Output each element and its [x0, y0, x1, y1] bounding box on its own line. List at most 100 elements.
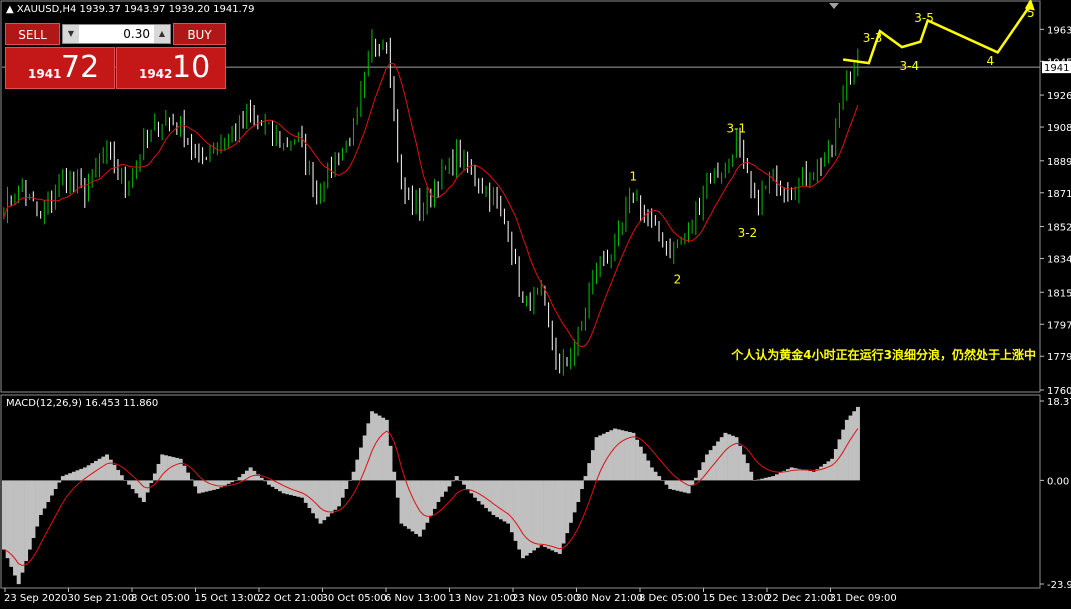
sell-button[interactable]: SELL [5, 23, 60, 45]
macd-bar [502, 480, 507, 522]
macd-bar [752, 480, 757, 481]
macd-bar [741, 454, 746, 481]
macd-bar [568, 480, 573, 523]
macd-bar [348, 480, 352, 481]
macd-bar [329, 480, 334, 514]
macd-bar [671, 480, 676, 490]
macd-bar [642, 453, 647, 481]
x-tick-label: 30 Nov 21:00 [576, 593, 643, 604]
macd-bar [248, 467, 253, 481]
x-tick-label: 31 Dec 09:00 [830, 593, 897, 604]
macd-bar [20, 480, 25, 573]
macd-bar [86, 465, 91, 481]
macd-bar [480, 480, 485, 505]
macd-bar [454, 476, 459, 481]
macd-bar [561, 480, 566, 544]
macd-bar [226, 480, 231, 484]
macd-bar [64, 474, 69, 481]
macd-bar [616, 429, 621, 481]
bid-price-button[interactable]: 1941 72 [5, 47, 115, 89]
macd-bar [495, 480, 500, 518]
macd-bar [668, 480, 673, 490]
lot-value[interactable]: 0.30 [81, 25, 152, 43]
macd-bar [855, 406, 860, 481]
wave-label-5: 5 [1027, 6, 1035, 20]
macd-bar [565, 480, 570, 534]
y-tick-label: 1797 [1047, 320, 1071, 331]
macd-bar [68, 473, 73, 481]
macd-bar [200, 480, 205, 493]
macd-bar [458, 480, 463, 481]
macd-bar [355, 459, 360, 481]
macd-bar [193, 480, 198, 487]
buy-button[interactable]: BUY [173, 23, 226, 45]
macd-bar [771, 476, 776, 481]
macd-bar [517, 480, 522, 550]
macd-y-tick-label: 18.37 [1047, 397, 1071, 408]
y-tick-label: 1871 [1047, 189, 1071, 200]
collapse-arrow-icon[interactable]: ▲ [6, 4, 14, 15]
y-tick-label: 1908 [1047, 123, 1071, 134]
macd-bar [208, 480, 213, 491]
macd-bar [708, 450, 713, 481]
macd-bar [774, 474, 779, 481]
macd-bar [462, 480, 467, 485]
macd-bar [524, 480, 529, 556]
macd-bar [186, 472, 191, 481]
symbol-info-label: ▲ XAUUSD,H4 1939.37 1943.97 1939.20 1941… [6, 4, 255, 15]
macd-bar [215, 480, 220, 490]
lot-size-input[interactable]: ▼ 0.30 ▲ [62, 24, 171, 44]
macd-bar [237, 477, 242, 481]
macd-bar [79, 468, 84, 481]
macd-bar [833, 449, 838, 481]
lot-increase-icon[interactable]: ▲ [154, 25, 170, 43]
macd-bar [403, 480, 408, 527]
macd-bar [491, 480, 496, 515]
wave-label-3-5: 3-5 [914, 11, 934, 25]
macd-bar [311, 480, 316, 514]
x-tick-label: 15 Oct 13:00 [195, 593, 260, 604]
macd-bar [116, 470, 121, 481]
ask-price-big: 10 [172, 50, 211, 85]
macd-bar [278, 480, 283, 492]
macd-bar [366, 423, 371, 481]
lot-decrease-icon[interactable]: ▼ [63, 25, 79, 43]
y-tick-label: 1926 [1047, 91, 1071, 102]
x-tick-label: 22 Oct 21:00 [258, 593, 323, 604]
macd-bar [498, 480, 503, 520]
macd-bar [557, 480, 562, 554]
macd-bar [543, 480, 548, 547]
macd-bar [38, 480, 43, 515]
macd-bar [583, 476, 588, 481]
macd-bar [171, 457, 176, 481]
macd-bar [5, 480, 10, 559]
macd-bar [197, 480, 202, 494]
macd-bar [473, 480, 478, 498]
macd-bar [638, 446, 643, 481]
x-tick-label: 30 Oct 05:00 [322, 593, 387, 604]
macd-bar [130, 480, 135, 490]
macd-bar [613, 428, 618, 481]
wave-label-2: 2 [674, 272, 682, 286]
macd-bar [263, 480, 268, 482]
macd-bar [163, 455, 168, 481]
macd-bar [532, 480, 537, 551]
analysis-comment: 个人认为黄金4小时正在运行3浪细分浪，仍然处于上涨中 [730, 347, 1036, 362]
macd-bar [756, 479, 761, 481]
macd-bar [763, 477, 768, 481]
trading-chart[interactable]: 1963194519261908188918711852183418151797… [0, 0, 1071, 609]
macd-bar [344, 480, 349, 490]
macd-bar [767, 476, 772, 481]
chart-shift-marker [829, 3, 839, 9]
macd-bar [848, 415, 853, 481]
macd-bar [509, 480, 514, 533]
macd-bar [815, 469, 820, 481]
x-tick-label: 22 Dec 21:00 [766, 593, 833, 604]
macd-bar [513, 480, 518, 541]
macd-bar [579, 480, 584, 490]
macd-bar [71, 471, 76, 481]
macd-bar [233, 480, 238, 481]
macd-bar [46, 480, 51, 503]
ask-price-button[interactable]: 1942 10 [116, 47, 226, 89]
x-tick-label: 15 Dec 13:00 [703, 593, 770, 604]
